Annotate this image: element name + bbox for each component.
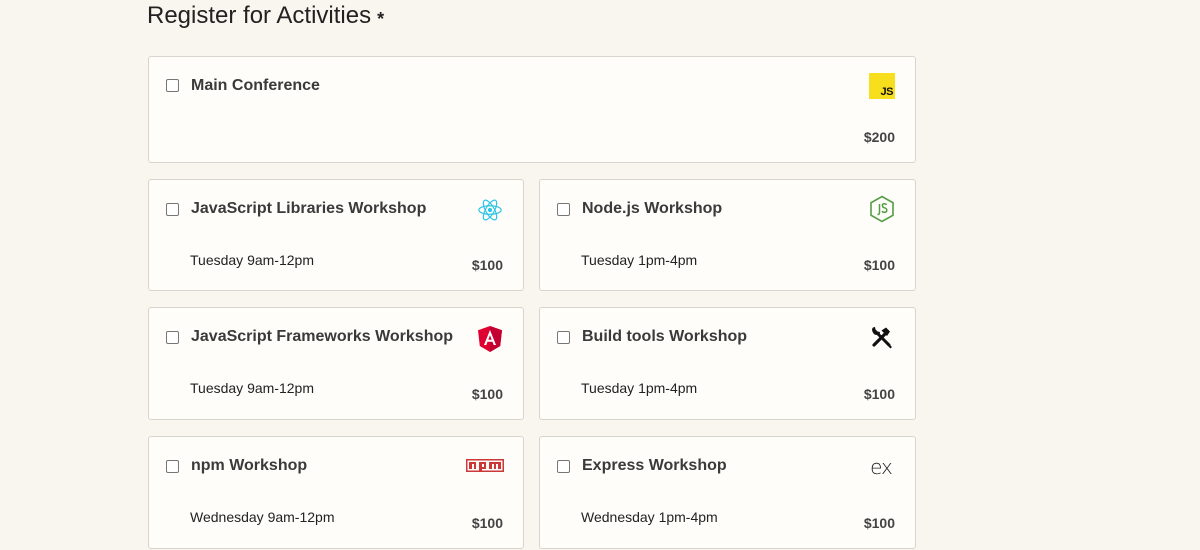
activity-card-express[interactable]: Express Workshop ex Wednesday 1pm-4pm $1…	[539, 436, 916, 549]
activity-checkbox-node[interactable]	[557, 203, 570, 216]
activity-checkbox-express[interactable]	[557, 460, 570, 473]
activity-checkbox-build-tools[interactable]	[557, 331, 570, 344]
activity-title: Main Conference	[191, 77, 320, 94]
express-icon: ex	[866, 454, 896, 480]
activity-card-main-conference[interactable]: Main Conference JS $200	[148, 56, 916, 163]
javascript-icon: JS	[869, 73, 895, 99]
react-icon	[477, 197, 503, 223]
npm-icon	[465, 454, 505, 480]
tools-icon	[869, 325, 895, 351]
activity-time: Tuesday 9am-12pm	[190, 252, 314, 268]
activity-card-js-frameworks[interactable]: JavaScript Frameworks Workshop Tuesday 9…	[148, 307, 524, 420]
section-heading: Register for Activities *	[147, 0, 384, 32]
required-marker: *	[377, 9, 385, 29]
activity-checkbox-main-conference[interactable]	[166, 79, 179, 92]
activity-card-build-tools[interactable]: Build tools Workshop Tuesday 1pm-4pm $10…	[539, 307, 916, 420]
activity-title: Build tools Workshop	[582, 328, 748, 345]
activity-time: Tuesday 1pm-4pm	[581, 252, 698, 268]
activity-time: Wednesday 1pm-4pm	[581, 509, 718, 525]
activity-title: Node.js Workshop	[582, 200, 723, 217]
activity-title: JavaScript Libraries Workshop	[191, 200, 427, 217]
angular-icon	[477, 326, 503, 352]
section-heading-text: Register for Activities	[147, 2, 372, 29]
activity-title: Express Workshop	[582, 457, 727, 474]
express-icon-text: ex	[870, 455, 893, 479]
activity-price: $200	[863, 129, 895, 145]
activity-card-npm[interactable]: npm Workshop Wednesday 9am-12pm $100	[148, 436, 524, 549]
activity-price: $100	[471, 386, 503, 402]
activity-time: Wednesday 9am-12pm	[190, 509, 335, 525]
activity-time: Tuesday 9am-12pm	[190, 380, 314, 396]
javascript-icon-text: JS	[880, 86, 894, 98]
activity-checkbox-js-frameworks[interactable]	[166, 331, 179, 344]
activity-time: Tuesday 1pm-4pm	[581, 380, 698, 396]
activity-checkbox-npm[interactable]	[166, 460, 179, 473]
activity-price: $100	[863, 257, 895, 273]
activity-card-node[interactable]: Node.js Workshop Tuesday 1pm-4pm $100	[539, 179, 916, 291]
activity-card-js-libraries[interactable]: JavaScript Libraries Workshop Tuesday 9a…	[148, 179, 524, 291]
nodejs-icon	[869, 195, 895, 223]
activity-price: $100	[863, 515, 895, 531]
activity-title: JavaScript Frameworks Workshop	[191, 328, 454, 345]
activity-title: npm Workshop	[191, 457, 308, 474]
activity-price: $100	[471, 515, 503, 531]
activity-checkbox-js-libraries[interactable]	[166, 203, 179, 216]
activity-price: $100	[471, 257, 503, 273]
activity-price: $100	[863, 386, 895, 402]
